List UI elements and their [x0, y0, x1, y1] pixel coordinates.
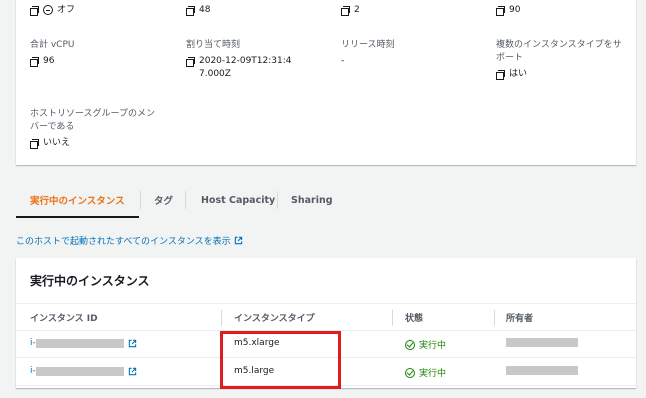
detail-label: リリース時刻 [341, 40, 395, 50]
copy-icon[interactable] [30, 6, 39, 16]
redacted-instance-id [35, 366, 124, 376]
column-header-owner[interactable]: 所有者 [506, 311, 533, 324]
column-divider[interactable] [221, 310, 222, 326]
column-divider[interactable] [392, 310, 393, 326]
detail-release-time: リリース時刻 - [341, 39, 481, 68]
detail-resource-group-member: ホストリソースグループのメンバーである いいえ [30, 108, 160, 150]
column-header-instance-id[interactable]: インスタンス ID [30, 311, 98, 324]
tab-divider [277, 191, 278, 209]
detail-value: 2020-12-09T12:31:47.000Z [199, 56, 292, 79]
detail-value: 96 [43, 56, 55, 66]
redacted-owner [506, 338, 578, 347]
detail-value: オフ [57, 5, 76, 15]
table-title: 実行中のインスタンス [30, 274, 150, 288]
copy-icon[interactable] [30, 139, 39, 149]
detail-label: 割り当て時刻 [186, 40, 241, 50]
detail-value: - [341, 56, 345, 66]
instance-id-link[interactable]: i- [30, 366, 137, 376]
tab-tags[interactable]: タグ [154, 183, 173, 217]
external-link-icon [128, 339, 136, 347]
tab-host-capacity[interactable]: Host Capacity [201, 183, 275, 217]
table-header: インスタンス ID インスタンスタイプ 状態 所有者 [16, 303, 636, 331]
tab-bar: 実行中のインスタンス タグ Host Capacity Sharing [16, 183, 636, 219]
column-header-instance-type[interactable]: インスタンスタイプ [234, 311, 315, 324]
tab-running-instances[interactable]: 実行中のインスタンス [30, 183, 125, 217]
detail-value: 2 [354, 5, 360, 15]
detail-value: 90 [509, 5, 521, 15]
copy-icon[interactable] [341, 6, 350, 16]
owner-cell [506, 366, 578, 375]
tab-divider [185, 191, 186, 209]
redacted-instance-id [35, 338, 124, 348]
copy-icon[interactable] [30, 57, 39, 67]
detail-allocation-time: 割り当て時刻 2020-12-09T12:31:47.000Z [186, 39, 296, 81]
detail-offline: オフ [30, 4, 75, 17]
state-label: 実行中 [419, 341, 447, 351]
active-tab-indicator [16, 216, 139, 218]
copy-icon[interactable] [186, 6, 195, 16]
detail-value: 48 [199, 5, 211, 15]
instance-state: 実行中 [405, 366, 446, 379]
details-card: オフ 48 2 90 合計 vCPU 96 割り当て時刻 2020-12-09T… [16, 0, 636, 165]
detail-other: 90 [496, 4, 520, 17]
instance-type-highlight-box [220, 331, 341, 389]
detail-label: ホストリソースグループのメンバーである [30, 109, 156, 132]
stopped-status-icon [43, 5, 53, 15]
state-label: 実行中 [419, 369, 447, 379]
detail-value: いいえ [43, 138, 71, 148]
view-all-instances-link[interactable]: このホストで起動されたすべてのインスタンスを表示 [16, 234, 243, 247]
column-divider[interactable] [494, 310, 495, 326]
external-link-icon [234, 236, 242, 245]
external-link-icon [128, 367, 136, 375]
success-check-icon [405, 339, 415, 350]
success-check-icon [405, 367, 415, 378]
column-header-state[interactable]: 状態 [405, 311, 423, 324]
detail-value: はい [509, 69, 528, 79]
detail-cores: 2 [341, 4, 360, 17]
detail-label: 合計 vCPU [30, 40, 75, 50]
link-label: このホストで起動されたすべてのインスタンスを表示 [16, 237, 231, 247]
instance-id-link[interactable]: i- [30, 338, 137, 348]
tab-sharing[interactable]: Sharing [291, 183, 333, 217]
detail-label: 複数のインスタンスタイプをサポート [496, 40, 622, 63]
redacted-owner [506, 366, 578, 375]
detail-multiple-instance-types: 複数のインスタンスタイプをサポート はい [496, 39, 626, 81]
copy-icon[interactable] [496, 70, 505, 80]
detail-total-vcpu: 合計 vCPU 96 [30, 39, 170, 68]
tab-divider [140, 191, 141, 209]
copy-icon[interactable] [186, 57, 195, 67]
copy-icon[interactable] [496, 6, 505, 16]
instance-state: 実行中 [405, 338, 446, 351]
owner-cell [506, 338, 578, 347]
detail-sockets: 48 [186, 4, 210, 17]
